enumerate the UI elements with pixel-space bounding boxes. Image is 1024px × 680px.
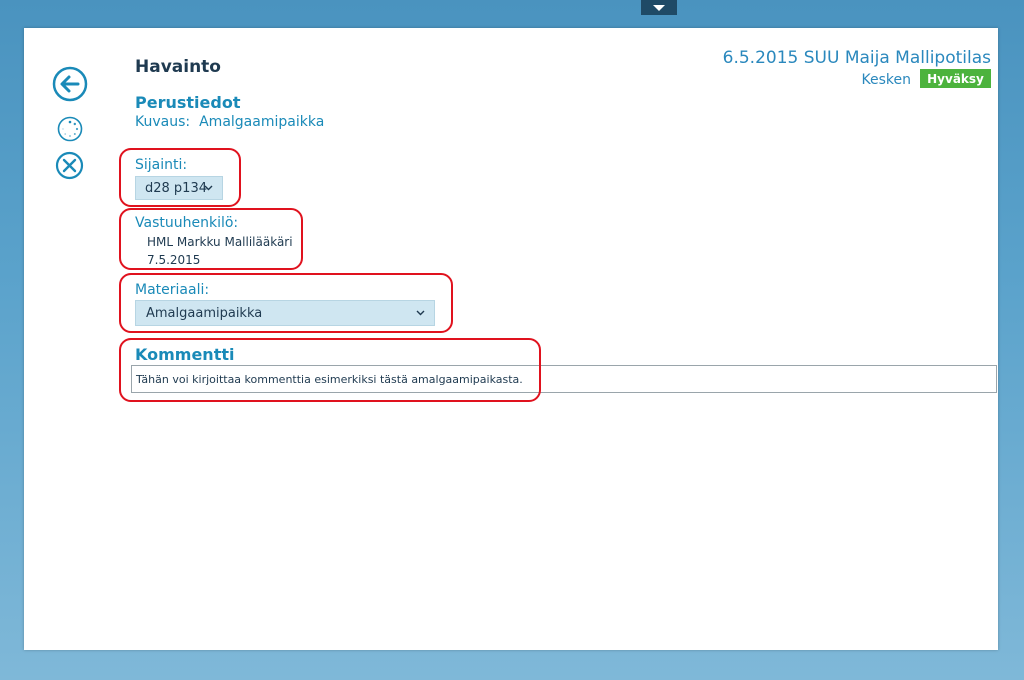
patient-visit-title: 6.5.2015 SUU Maija Mallipotilas xyxy=(722,48,991,68)
material-value: Amalgaamipaikka xyxy=(146,305,263,321)
observation-panel: Havainto 6.5.2015 SUU Maija Mallipotilas… xyxy=(24,28,998,650)
comment-text: Tähän voi kirjoittaa kommenttia esimerki… xyxy=(136,372,523,386)
responsible-label: Vastuuhenkilö: xyxy=(135,215,239,231)
status-text: Kesken xyxy=(861,72,912,88)
app-bar-toggle[interactable] xyxy=(641,0,677,15)
chevron-down-icon xyxy=(416,310,425,316)
location-label: Sijainti: xyxy=(135,157,188,173)
responsible-date: 7.5.2015 xyxy=(147,253,201,267)
location-value: d28 p134 xyxy=(145,180,207,196)
description-label: Kuvaus: xyxy=(135,114,191,130)
close-circle-icon[interactable] xyxy=(55,151,84,180)
responsible-name: HML Markku Mallilääkäri xyxy=(147,235,293,249)
description-value: Amalgaamipaikka xyxy=(199,114,325,130)
material-dropdown[interactable]: Amalgaamipaikka xyxy=(135,300,435,326)
chevron-down-icon xyxy=(204,185,213,191)
section-heading-basic-info: Perustiedot xyxy=(135,93,241,112)
comment-heading: Kommentti xyxy=(135,345,235,364)
comment-input[interactable]: Tähän voi kirjoittaa kommenttia esimerki… xyxy=(131,365,997,393)
description-row: Kuvaus: Amalgaamipaikka xyxy=(135,114,324,130)
page-title: Havainto xyxy=(135,57,221,77)
back-arrow-icon[interactable] xyxy=(52,66,88,102)
material-label: Materiaali: xyxy=(135,282,210,298)
chevron-down-icon xyxy=(653,4,665,11)
approve-button[interactable]: Hyväksy xyxy=(920,69,991,88)
location-dropdown[interactable]: d28 p134 xyxy=(135,176,223,200)
spinner-icon xyxy=(57,116,83,142)
